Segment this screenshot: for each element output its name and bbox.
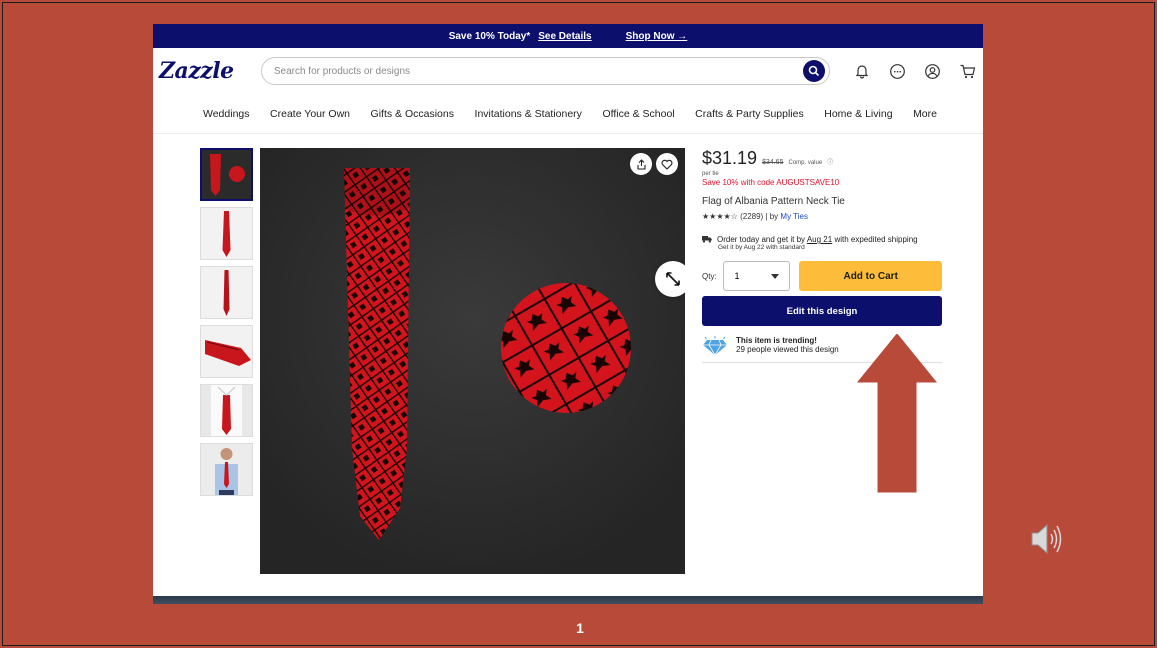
shipping-date[interactable]: Aug 21 [807, 235, 832, 244]
account-icon[interactable] [922, 61, 942, 81]
nav-item-office-school[interactable]: Office & School [602, 108, 674, 120]
browser-bottom-bar [153, 596, 983, 604]
quantity-value: 1 [734, 271, 740, 281]
nav-item-more[interactable]: More [913, 108, 937, 120]
shipping-suffix: with expedited shipping [834, 235, 918, 244]
trending-text: 29 people viewed this design [736, 345, 839, 354]
chevron-down-icon [771, 273, 780, 279]
thumbnail-tie-model[interactable] [200, 443, 253, 496]
speaker-icon[interactable] [1030, 521, 1062, 557]
truck-icon [702, 236, 712, 243]
shipping-prefix: Order today and get it by [717, 235, 806, 244]
chat-icon[interactable] [887, 61, 907, 81]
search-icon [808, 65, 820, 77]
favorite-button[interactable] [656, 153, 678, 175]
up-arrow-annotation [857, 334, 937, 493]
browser-window: Save 10% Today* See Details Shop Now → Z… [153, 24, 983, 604]
search-input[interactable]: Search for products or designs [260, 57, 830, 85]
quantity-select[interactable]: 1 [723, 261, 791, 291]
thumbnail-tie-rolled[interactable] [200, 325, 253, 378]
comp-value-label: Comp. value [788, 160, 823, 166]
shipping-info: Order today and get it by Aug 21 with ex… [702, 235, 942, 244]
thumbnail-tie-swatch[interactable] [200, 148, 253, 201]
header-icons [852, 61, 977, 81]
edit-design-button[interactable]: Edit this design [702, 296, 942, 326]
slide-page-number: 1 [576, 620, 584, 636]
rating-row: ★★★★☆ (2289) | by My Ties [702, 212, 942, 221]
per-unit: per tie [702, 171, 719, 177]
nav-item-weddings[interactable]: Weddings [203, 108, 250, 120]
nav-item-create-your-own[interactable]: Create Your Own [270, 108, 350, 120]
thumbnail-list [200, 148, 253, 502]
promo-banner: Save 10% Today* See Details Shop Now → [153, 24, 983, 48]
see-details-link[interactable]: See Details [538, 31, 591, 42]
add-to-cart-button[interactable]: Add to Cart [799, 261, 942, 291]
product-details: $31.19 $34.65 Comp. value ⓘ per tie Save… [702, 148, 942, 363]
nav-item-gifts-occasions[interactable]: Gifts & Occasions [371, 108, 454, 120]
thumbnail-tie-front[interactable] [200, 207, 253, 260]
bell-icon[interactable] [852, 61, 872, 81]
share-icon [636, 158, 646, 170]
seller-link[interactable]: My Ties [780, 212, 808, 221]
sale-text: Save 10% with code AUGUSTSAVE10 [702, 178, 840, 187]
zazzle-logo[interactable]: Zazzle [159, 58, 261, 84]
search-button[interactable] [803, 60, 825, 82]
category-nav: Weddings Create Your Own Gifts & Occasio… [153, 94, 983, 134]
cart-icon[interactable] [957, 61, 977, 81]
diamond-icon [703, 336, 727, 356]
heart-icon [661, 159, 673, 170]
expand-button[interactable] [655, 261, 685, 297]
product-image[interactable] [260, 148, 685, 574]
shop-now-link[interactable]: Shop Now → [626, 31, 688, 42]
share-button[interactable] [630, 153, 652, 175]
search-placeholder: Search for products or designs [273, 65, 411, 77]
price-row: $31.19 $34.65 Comp. value ⓘ [702, 148, 942, 169]
promo-text: Save 10% Today* [448, 30, 531, 42]
price: $31.19 [702, 148, 758, 168]
trending-title: This item is trending! [736, 336, 817, 345]
thumbnail-tie-back[interactable] [200, 266, 253, 319]
product-title: Flag of Albania Pattern Neck Tie [702, 196, 845, 207]
nav-item-crafts-party[interactable]: Crafts & Party Supplies [695, 108, 804, 120]
info-icon[interactable]: ⓘ [827, 157, 833, 166]
nav-item-home-living[interactable]: Home & Living [824, 108, 892, 120]
expand-icon [666, 272, 680, 286]
old-price: $34.65 [762, 159, 784, 166]
nav-item-invitations-stationery[interactable]: Invitations & Stationery [475, 108, 582, 120]
shipping-standard: Get it by Aug 22 with standard [718, 244, 805, 251]
site-header: Zazzle Search for products or designs [153, 48, 983, 94]
thumbnail-tie-shirt[interactable] [200, 384, 253, 437]
qty-label: Qty: [702, 271, 717, 281]
cart-row: Qty: 1 Add to Cart [702, 261, 942, 291]
tie-product-illustration [344, 168, 631, 540]
rating-stars: ★★★★☆ (2289) | by [702, 212, 779, 221]
